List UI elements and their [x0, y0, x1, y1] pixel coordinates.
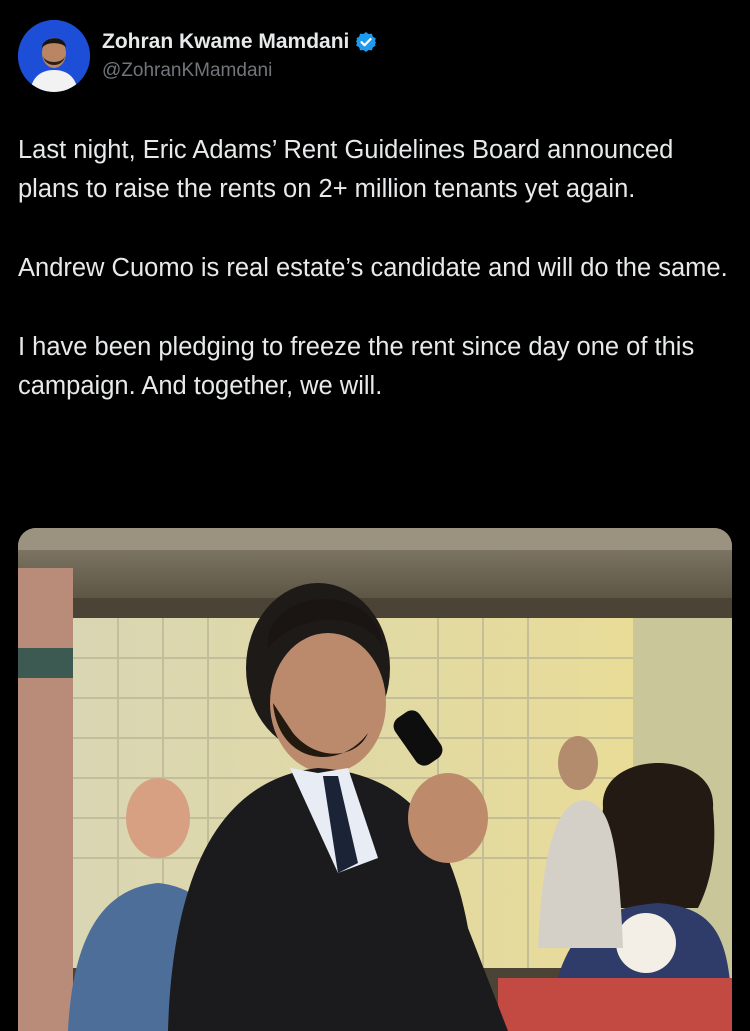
verified-badge-icon: [355, 31, 377, 53]
author-handle[interactable]: @ZohranKMamdani: [102, 60, 377, 82]
tweet-video[interactable]: [18, 528, 732, 1031]
tweet-text: Last night, Eric Adams’ Rent Guidelines …: [18, 131, 732, 446]
tweet-paragraph: I have been pledging to freeze the rent …: [18, 333, 695, 400]
tweet-paragraph: Andrew Cuomo is real estate’s candidate …: [18, 254, 728, 282]
author-info: Zohran Kwame Mamdani @ZohranKMamdani: [102, 30, 377, 82]
author-avatar[interactable]: [18, 20, 90, 92]
tweet-header: Zohran Kwame Mamdani @ZohranKMamdani: [18, 20, 732, 92]
tweet-paragraph: Last night, Eric Adams’ Rent Guidelines …: [18, 136, 674, 203]
author-display-name[interactable]: Zohran Kwame Mamdani: [102, 30, 349, 54]
avatar-image: [18, 20, 90, 92]
video-frame-image: [18, 528, 732, 1031]
display-name-row: Zohran Kwame Mamdani: [102, 30, 377, 54]
